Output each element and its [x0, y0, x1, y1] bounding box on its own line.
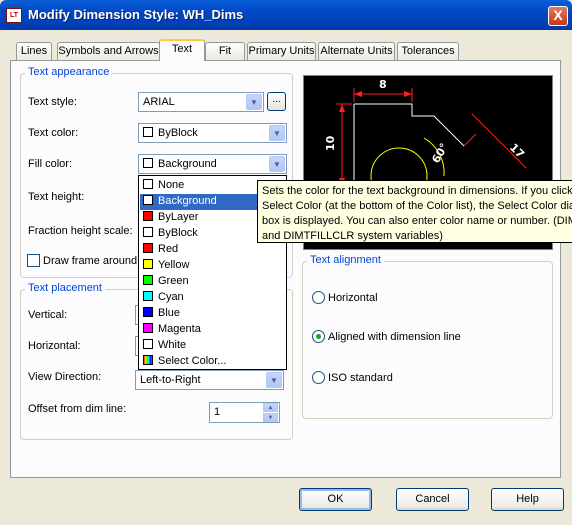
dropdown-item-select-color[interactable]: Select Color...	[140, 354, 285, 370]
fill-color-label: Fill color:	[28, 158, 73, 170]
fraction-height-scale-label: Fraction height scale:	[28, 225, 133, 237]
text-appearance-title: Text appearance	[25, 66, 113, 78]
dropdown-item-white[interactable]: White	[140, 338, 285, 354]
radio-aligned-label: Aligned with dimension line	[328, 331, 461, 343]
text-placement-title: Text placement	[25, 282, 105, 294]
view-direction-select[interactable]: Left-to-Right ▼	[135, 370, 284, 390]
draw-frame-checkbox[interactable]	[27, 254, 40, 267]
color-swatch	[143, 179, 153, 189]
offset-spinner[interactable]: 1 ▲ ▼	[209, 402, 280, 423]
color-swatch	[143, 323, 153, 333]
text-style-select[interactable]: ARIAL ▼	[138, 92, 264, 112]
offset-label: Offset from dim line:	[28, 403, 127, 415]
color-swatch	[143, 259, 153, 269]
tab-fit[interactable]: Fit	[205, 42, 245, 60]
color-swatch	[143, 275, 153, 285]
color-swatch	[143, 339, 153, 349]
chevron-down-icon: ▼	[246, 94, 262, 110]
radio-iso-standard-label: ISO standard	[328, 372, 393, 384]
dropdown-item-blue[interactable]: Blue	[140, 306, 285, 322]
spinner-down-icon[interactable]: ▼	[263, 413, 278, 422]
fill-color-select[interactable]: Background ▼	[138, 154, 287, 174]
fill-color-value: Background	[158, 158, 217, 170]
text-alignment-title: Text alignment	[307, 254, 384, 266]
text-color-select[interactable]: ByBlock ▼	[138, 123, 287, 143]
text-style-value: ARIAL	[143, 96, 175, 108]
help-button[interactable]: Help	[491, 488, 564, 511]
color-swatch	[143, 307, 153, 317]
chevron-down-icon: ▼	[269, 125, 285, 141]
offset-value: 1	[214, 406, 221, 418]
ok-button[interactable]: OK	[299, 488, 372, 511]
radio-aligned[interactable]	[312, 330, 325, 343]
window-title: Modify Dimension Style: WH_Dims	[28, 7, 244, 22]
preview-dim-left: 10	[324, 135, 337, 151]
dropdown-item-green[interactable]: Green	[140, 274, 285, 290]
tab-lines[interactable]: Lines	[16, 42, 52, 60]
radio-horizontal[interactable]	[312, 291, 325, 304]
dropdown-item-magenta[interactable]: Magenta	[140, 322, 285, 338]
tab-alternate-units[interactable]: Alternate Units	[318, 42, 395, 60]
color-swatch	[143, 227, 153, 237]
preview-dim-diag: 17	[507, 141, 527, 161]
color-swatch	[143, 243, 153, 253]
title-bar: LT Modify Dimension Style: WH_Dims X	[0, 0, 572, 30]
chevron-down-icon: ▼	[269, 156, 285, 172]
text-style-label: Text style:	[28, 96, 77, 108]
chevron-down-icon: ▼	[266, 372, 282, 388]
dropdown-item-yellow[interactable]: Yellow	[140, 258, 285, 274]
app-icon: LT	[6, 8, 22, 23]
view-direction-label: View Direction:	[28, 371, 102, 383]
tab-text[interactable]: Text	[159, 39, 205, 61]
view-direction-value: Left-to-Right	[140, 374, 201, 386]
color-swatch	[143, 127, 153, 137]
draw-frame-label: Draw frame around t	[43, 255, 144, 267]
cancel-button[interactable]: Cancel	[396, 488, 469, 511]
text-style-browse-button[interactable]: ...	[267, 92, 286, 111]
color-swatch	[143, 211, 153, 221]
vertical-label: Vertical:	[28, 309, 68, 321]
color-wheel-icon	[143, 355, 153, 365]
spinner-up-icon[interactable]: ▲	[263, 403, 278, 412]
tab-tolerances[interactable]: Tolerances	[397, 42, 459, 60]
text-height-label: Text height:	[28, 191, 85, 203]
tab-primary-units[interactable]: Primary Units	[247, 42, 316, 60]
dropdown-item-red[interactable]: Red	[140, 242, 285, 258]
text-color-label: Text color:	[28, 127, 79, 139]
color-swatch	[143, 291, 153, 301]
color-swatch	[143, 158, 153, 168]
horizontal-label: Horizontal:	[28, 340, 81, 352]
color-swatch	[143, 195, 153, 205]
text-color-value: ByBlock	[158, 127, 198, 139]
radio-horizontal-label: Horizontal	[328, 292, 378, 304]
radio-iso-standard[interactable]	[312, 371, 325, 384]
tab-symbols-and-arrows[interactable]: Symbols and Arrows	[57, 42, 160, 60]
dropdown-item-cyan[interactable]: Cyan	[140, 290, 285, 306]
fill-color-tooltip: Sets the color for the text background i…	[257, 180, 572, 243]
preview-dim-top: 8	[379, 78, 387, 91]
close-button[interactable]: X	[548, 6, 568, 26]
